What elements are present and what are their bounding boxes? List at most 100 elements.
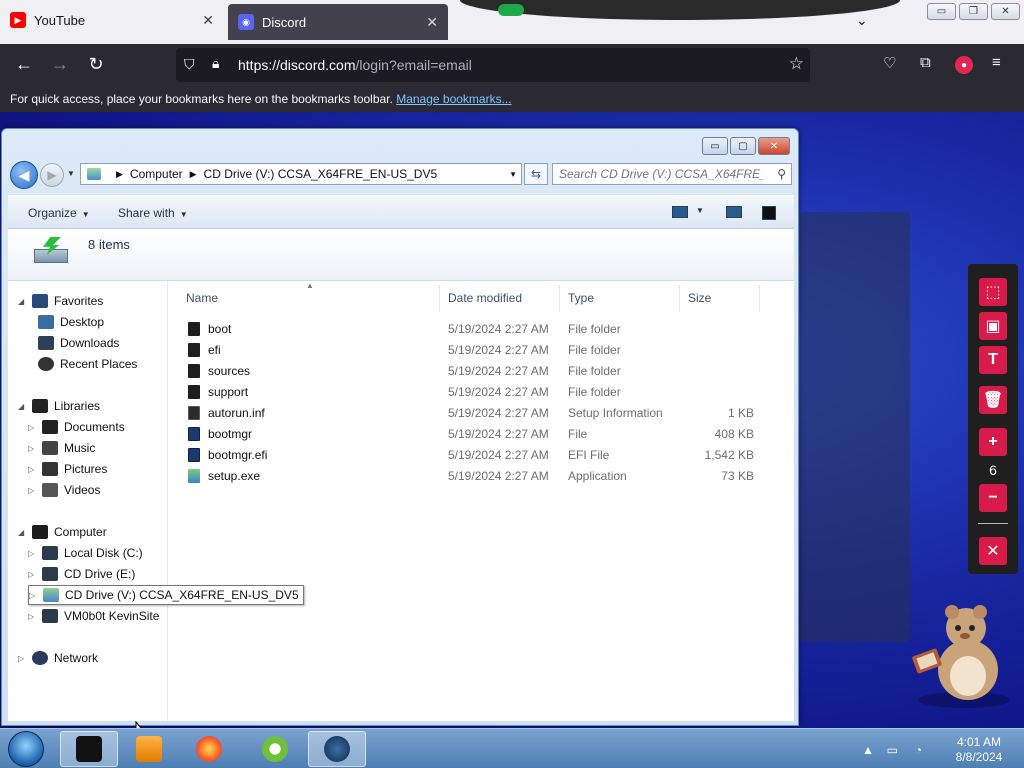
explorer-minimize-button[interactable]: ▭ [702,137,728,155]
network-icon [32,651,48,665]
explorer-forward-button[interactable]: ▶ [40,163,64,187]
pocket-icon[interactable]: ♡ [883,54,896,72]
menu-icon[interactable]: ≡ [992,54,1001,71]
delete-button[interactable]: 🗑︎ [979,386,1007,414]
manage-bookmarks-link[interactable]: Manage bookmarks... [396,92,511,106]
nav-documents[interactable]: ▷ Documents [28,417,125,437]
file-row[interactable]: efi 5/19/2024 2:27 AM File folder [178,340,768,360]
explorer-back-button[interactable]: ◀ [10,161,38,189]
refresh-button[interactable]: ⇆ [524,163,548,185]
extensions-icon[interactable]: ⧉ [920,54,931,71]
taskbar-firefox[interactable] [180,731,238,767]
file-name: support [208,385,249,399]
restore-button[interactable]: ❐ [959,3,988,20]
bookmark-star-icon[interactable]: ☆ [789,54,804,74]
close-icon[interactable]: ✕ [202,12,214,29]
explorer-maximize-button[interactable]: ▢ [730,137,756,155]
view-options-arrow-icon[interactable]: ▼ [696,206,704,215]
file-row[interactable]: setup.exe 5/19/2024 2:27 AM Application 73 … [178,466,768,486]
address-bar[interactable]: ▶ Computer ▶ CD Drive (V:) CCSA_X64FRE_E… [80,163,522,185]
nav-local-disk-c[interactable]: ▷ Local Disk (C:) [28,543,143,563]
file-name: bootmgr [208,427,253,441]
text-tool-button[interactable]: T [979,346,1007,374]
close-icon[interactable]: ✕ [426,14,438,31]
back-icon[interactable]: ← [12,54,36,75]
forward-icon[interactable]: → [48,54,72,75]
nav-desktop[interactable]: Desktop [38,312,104,332]
file-row[interactable]: autorun.inf 5/19/2024 2:27 AM Setup Inform… [178,403,768,423]
nav-network[interactable]: ▷ Network [18,648,98,668]
nav-network-share[interactable]: ▷ VM0b0t KevinSite [28,606,159,626]
clock[interactable]: 4:01 AM 8/8/2024 [944,735,1014,765]
tab-discord[interactable]: ◉ Discord ✕ [228,4,448,40]
file-row[interactable]: bootmgr 5/19/2024 2:27 AM File 408 KB [178,424,768,444]
collapsed-icon: ▷ [28,464,35,474]
collapsed-icon: ▷ [28,485,35,495]
minimize-button[interactable]: ▭ [927,3,956,20]
breadcrumb-cd-drive[interactable]: CD Drive (V:) CCSA_X64FRE_EN-US_DV5 [204,167,438,181]
column-header-date[interactable]: Date modified [440,285,560,311]
close-window-button[interactable]: ✕ [991,3,1020,20]
search-input[interactable] [553,164,763,184]
recent-places-icon [38,357,54,371]
region-select-button[interactable]: ⬚ [979,278,1007,306]
file-name: boot [208,322,232,336]
firefox-icon [196,736,222,762]
start-button[interactable] [8,731,44,767]
taskbar-steam[interactable] [308,731,366,767]
change-view-icon[interactable] [672,206,688,218]
nav-computer[interactable]: ◢ Computer [18,522,107,542]
nav-favorites[interactable]: ◢ Favorites [18,291,103,311]
recent-pages-icon[interactable]: ▼ [67,169,75,178]
screenshot-button[interactable]: ▣ [979,312,1007,340]
file-row[interactable]: boot 5/19/2024 2:27 AM File folder [178,319,768,339]
browser-nav-bar: ← → ↻ ⛉ 🔒︎ https://discord.com/login?ema… [0,44,1024,86]
tracking-shield-icon[interactable]: ⛉ [184,56,195,73]
decrease-button[interactable]: − [979,484,1007,512]
share-with-button[interactable]: Share with ▼ [118,206,188,220]
help-icon[interactable] [762,206,776,220]
organize-button[interactable]: Organize ▼ [28,206,90,220]
taskbar-explorer[interactable] [60,731,118,767]
url-bar[interactable]: ⛉ 🔒︎ https://discord.com/login?email=ema… [176,48,810,82]
column-header-size[interactable]: Size [680,285,760,311]
display-icon[interactable]: ▭ [887,743,898,757]
chevron-right-icon[interactable]: ▶ [190,169,197,180]
chevron-down-icon[interactable]: ▼ [509,170,517,179]
lock-icon[interactable]: 🔒︎ [212,55,219,72]
nav-pictures[interactable]: ▷ Pictures [28,459,107,479]
file-date: 5/19/2024 2:27 AM [448,385,549,399]
increase-button[interactable]: + [979,428,1007,456]
list-all-tabs-icon[interactable]: ⌄ [856,12,868,29]
expand-icon: ◢ [18,296,25,306]
nav-music[interactable]: ▷ Music [28,438,95,458]
preview-pane-icon[interactable] [726,206,742,218]
taskbar-app-green[interactable] [246,731,304,767]
file-date: 5/19/2024 2:27 AM [448,448,549,462]
close-toolbar-button[interactable]: ✕ [979,537,1007,565]
tab-youtube[interactable]: ▶ YouTube ✕ [0,0,224,40]
nav-downloads[interactable]: Downloads [38,333,119,353]
extension-badge-icon[interactable]: ● [955,56,973,74]
file-row[interactable]: bootmgr.efi 5/19/2024 2:27 AM EFI File 1,54… [178,445,768,465]
breadcrumb-computer[interactable]: Computer [130,167,183,181]
column-header-type[interactable]: Type [560,285,680,311]
file-type: EFI File [568,448,610,462]
taskbar-media-player[interactable] [120,731,178,767]
column-header-name[interactable]: Name [178,285,440,311]
chevron-right-icon[interactable]: ▶ [116,169,123,180]
reload-icon[interactable]: ↻ [84,54,108,75]
volume-icon[interactable]: ◔ [915,743,922,757]
nav-recent-places[interactable]: Recent Places [38,354,137,374]
explorer-close-button[interactable]: ✕ [758,137,790,155]
nav-videos[interactable]: ▷ Videos [28,480,100,500]
url-text[interactable]: https://discord.com/login?email=email [238,57,472,73]
show-hidden-icons-icon[interactable]: ▲ [862,743,874,757]
explorer-content: ◢ Favorites Desktop Downloads Recent Plac… [8,281,794,741]
search-icon[interactable]: ⚲ [777,167,786,181]
file-row[interactable]: sources 5/19/2024 2:27 AM File folder [178,361,768,381]
nav-libraries[interactable]: ◢ Libraries [18,396,100,416]
file-row[interactable]: support 5/19/2024 2:27 AM File folder [178,382,768,402]
nav-cd-drive-e[interactable]: ▷ CD Drive (E:) [28,564,135,584]
file-name: setup.exe [208,469,261,483]
